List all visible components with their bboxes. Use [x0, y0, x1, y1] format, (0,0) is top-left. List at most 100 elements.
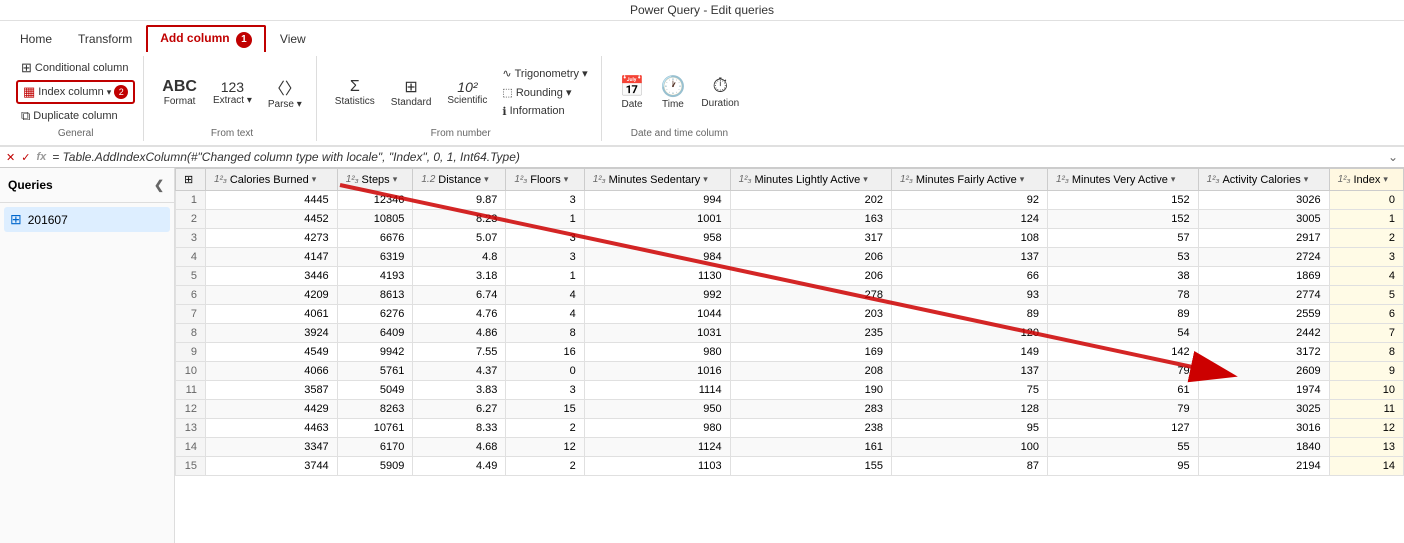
minutes-lightly-dropdown[interactable]: ▾	[863, 174, 868, 185]
table-row: 14334761704.6812112416110055184013	[176, 438, 1404, 457]
data-cell: 3	[506, 248, 584, 267]
table-row: 24452108058.231100116312415230051	[176, 210, 1404, 229]
formula-fx-icon: fx	[36, 151, 46, 163]
row-number-cell: 7	[176, 305, 206, 324]
duplicate-column-button[interactable]: ⧉ Duplicate column	[16, 106, 135, 126]
minutes-very-dropdown[interactable]: ▾	[1171, 174, 1176, 185]
col-header-minutes-lightly-active[interactable]: 1²₃ Minutes Lightly Active ▾	[730, 169, 891, 191]
data-cell: 3446	[206, 267, 338, 286]
data-cell: 1001	[584, 210, 730, 229]
scientific-button[interactable]: 10² Scientific	[441, 76, 493, 109]
add-column-badge: 1	[236, 32, 252, 48]
standard-button[interactable]: ⊞ Standard	[385, 74, 438, 111]
trigonometry-button[interactable]: ∿ Trigonometry ▾	[497, 65, 592, 82]
col-header-minutes-sedentary[interactable]: 1²₃ Minutes Sedentary ▾	[584, 169, 730, 191]
query-item-201607[interactable]: ⊞ 201607	[4, 207, 170, 232]
general-group-label: General	[58, 128, 94, 139]
minutes-fairly-dropdown[interactable]: ▾	[1020, 174, 1025, 185]
parse-button[interactable]: 〈〉 Parse ▾	[262, 72, 308, 113]
data-cell: 11	[1329, 400, 1403, 419]
data-cell: 92	[892, 191, 1048, 210]
data-cell: 149	[892, 343, 1048, 362]
steps-dropdown[interactable]: ▾	[393, 174, 398, 185]
col-header-activity-calories[interactable]: 1²₃ Activity Calories ▾	[1198, 169, 1329, 191]
queries-collapse-button[interactable]: ❮	[152, 176, 166, 194]
information-button[interactable]: ℹ Information	[497, 103, 592, 120]
col-header-minutes-very-active[interactable]: 1²₃ Minutes Very Active ▾	[1047, 169, 1198, 191]
data-cell: 137	[892, 248, 1048, 267]
minutes-fairly-type-icon: 1²₃	[900, 174, 913, 185]
data-cell: 38	[1047, 267, 1198, 286]
tab-view[interactable]: View	[268, 28, 318, 50]
row-number-cell: 14	[176, 438, 206, 457]
data-cell: 4	[506, 305, 584, 324]
statistics-button[interactable]: Σ Statistics	[329, 75, 381, 110]
data-cell: 9	[1329, 362, 1403, 381]
data-cell: 124	[892, 210, 1048, 229]
date-button[interactable]: 📅 Date	[614, 71, 651, 113]
statistics-icon: Σ	[350, 78, 360, 96]
col-header-distance[interactable]: 1.2 Distance ▾	[413, 169, 506, 191]
formula-close-icon[interactable]: ✕	[6, 151, 15, 164]
data-cell: 10761	[337, 419, 413, 438]
standard-icon: ⊞	[404, 77, 417, 97]
data-cell: 137	[892, 362, 1048, 381]
data-cell: 4273	[206, 229, 338, 248]
activity-calories-col-label: Activity Calories	[1222, 174, 1300, 186]
data-area[interactable]: ⊞ 1²₃ Calories Burned ▾ 1²₃	[175, 168, 1404, 543]
data-cell: 6409	[337, 324, 413, 343]
data-cell: 7	[1329, 324, 1403, 343]
duration-button[interactable]: ⏱ Duration	[695, 72, 745, 112]
formula-expand-icon[interactable]: ⌄	[1388, 150, 1398, 164]
formula-check-icon[interactable]: ✓	[21, 151, 30, 164]
col-header-minutes-fairly-active[interactable]: 1²₃ Minutes Fairly Active ▾	[892, 169, 1048, 191]
table-header: ⊞ 1²₃ Calories Burned ▾ 1²₃	[176, 169, 1404, 191]
steps-type-icon: 1²₃	[346, 174, 359, 185]
scientific-icon: 10²	[457, 79, 477, 95]
col-header-floors[interactable]: 1²₃ Floors ▾	[506, 169, 584, 191]
data-cell: 5909	[337, 457, 413, 476]
row-number-cell: 12	[176, 400, 206, 419]
time-button[interactable]: 🕐 Time	[655, 71, 692, 113]
tab-transform[interactable]: Transform	[66, 28, 144, 50]
format-button[interactable]: ABC Format	[156, 75, 203, 110]
standard-label: Standard	[391, 97, 432, 108]
floors-dropdown[interactable]: ▾	[564, 174, 569, 185]
minutes-sedentary-dropdown[interactable]: ▾	[703, 174, 708, 185]
tab-home[interactable]: Home	[8, 28, 64, 50]
queries-header: Queries ❮	[0, 168, 174, 203]
rounding-icon: ⬚	[502, 86, 512, 99]
steps-col-label: Steps	[362, 174, 390, 186]
index-column-button[interactable]: ▦ Index column ▾ 2	[16, 80, 135, 104]
format-icon: ABC	[162, 78, 197, 96]
data-cell: 6	[1329, 305, 1403, 324]
distance-dropdown[interactable]: ▾	[484, 174, 489, 185]
data-cell: 7.55	[413, 343, 506, 362]
data-cell: 8	[1329, 343, 1403, 362]
col-header-index[interactable]: 1²₃ Index ▾	[1329, 169, 1403, 191]
data-cell: 317	[730, 229, 891, 248]
row-number-cell: 1	[176, 191, 206, 210]
data-cell: 10805	[337, 210, 413, 229]
format-label: Format	[164, 96, 196, 107]
data-cell: 95	[1047, 457, 1198, 476]
distance-col-label: Distance	[438, 174, 481, 186]
index-dropdown[interactable]: ▾	[1383, 174, 1388, 185]
conditional-column-label: Conditional column	[35, 62, 129, 74]
col-header-steps[interactable]: 1²₃ Steps ▾	[337, 169, 413, 191]
data-cell: 3	[506, 381, 584, 400]
rounding-button[interactable]: ⬚ Rounding ▾	[497, 84, 592, 101]
conditional-column-button[interactable]: ⊞ Conditional column	[16, 58, 135, 78]
data-cell: 4	[1329, 267, 1403, 286]
data-cell: 4445	[206, 191, 338, 210]
data-cell: 980	[584, 419, 730, 438]
data-cell: 128	[892, 400, 1048, 419]
extract-button[interactable]: 123 Extract ▾	[207, 76, 258, 109]
calories-burned-dropdown[interactable]: ▾	[312, 174, 317, 185]
data-cell: 12	[1329, 419, 1403, 438]
formula-text[interactable]: = Table.AddIndexColumn(#"Changed column …	[52, 150, 1382, 164]
activity-calories-dropdown[interactable]: ▾	[1304, 174, 1309, 185]
col-header-calories-burned[interactable]: 1²₃ Calories Burned ▾	[206, 169, 338, 191]
tab-add-column[interactable]: Add column 1	[146, 25, 266, 52]
right-number-btns: ∿ Trigonometry ▾ ⬚ Rounding ▾ ℹ Informat…	[497, 65, 592, 120]
